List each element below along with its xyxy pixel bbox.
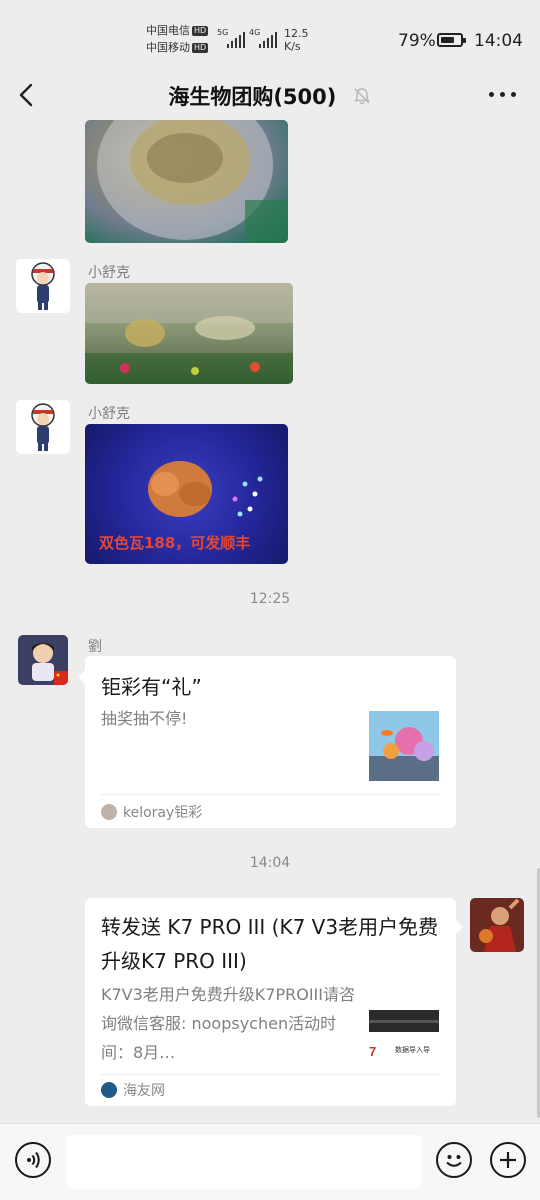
chat-title: 海生物团购(500) bbox=[0, 81, 540, 111]
sender-name: 劉 bbox=[88, 639, 102, 655]
sender-name: 小舒克 bbox=[88, 265, 130, 281]
bell-off-icon bbox=[352, 86, 372, 106]
chat-header: 海生物团购(500) bbox=[0, 70, 540, 120]
image-overlay-text: 双色瓦188，可发顺丰 bbox=[99, 534, 251, 552]
group-name: 海生物团购(500) bbox=[168, 85, 337, 109]
card-source: keloray钜彩 bbox=[101, 802, 202, 822]
card-thumbnail: 7 数据导入导 bbox=[369, 990, 439, 1060]
network-speed: 12.5 K/s bbox=[284, 27, 309, 53]
message-input[interactable] bbox=[66, 1135, 422, 1189]
plus-icon[interactable] bbox=[490, 1142, 526, 1178]
link-card[interactable]: 钜彩有“礼” 抽奖抽不停! keloray钜彩 bbox=[85, 656, 456, 828]
more-dots-icon[interactable] bbox=[489, 92, 516, 97]
avatar[interactable] bbox=[18, 635, 68, 685]
signal-5g-icon: 5G bbox=[217, 28, 247, 50]
card-description: 抽奖抽不停! bbox=[101, 709, 188, 728]
input-bar bbox=[0, 1123, 540, 1200]
timestamp: 12:25 bbox=[249, 591, 291, 607]
chat-messages[interactable]: 小舒克 小舒克 双色瓦188，可发顺丰 12:25 劉 钜彩有“礼” 抽奖抽不停… bbox=[0, 120, 540, 1123]
hd-badge: HD bbox=[192, 43, 209, 53]
message-image[interactable] bbox=[85, 120, 288, 243]
avatar[interactable] bbox=[16, 259, 70, 313]
message-image[interactable]: 双色瓦188，可发顺丰 bbox=[85, 424, 288, 564]
status-bar: 中国电信 HD 中国移动 HD 5G 4G 12.5 K/s 79% 14:04 bbox=[0, 0, 540, 70]
timestamp: 14:04 bbox=[249, 855, 291, 871]
card-title: 钜彩有“礼” bbox=[101, 675, 202, 699]
avatar[interactable] bbox=[16, 400, 70, 454]
link-card[interactable]: 转发送 K7 PRO III (K7 V3老用户免费升级K7 PRO III) … bbox=[85, 898, 456, 1106]
avatar[interactable] bbox=[470, 898, 524, 952]
emoji-icon[interactable] bbox=[436, 1142, 472, 1178]
message-image[interactable] bbox=[85, 283, 293, 384]
sender-name: 小舒克 bbox=[88, 406, 130, 422]
battery-percent: 79% bbox=[398, 31, 436, 51]
carrier-info: 中国电信 HD 中国移动 HD bbox=[146, 22, 209, 56]
card-source: 海友网 bbox=[101, 1080, 165, 1100]
card-description: K7V3老用户免费升级K7PROIII请咨询微信客服: noopsychen活动… bbox=[101, 985, 355, 1062]
svg-text:7: 7 bbox=[369, 1044, 376, 1059]
carrier-2: 中国移动 bbox=[146, 41, 190, 54]
voice-icon[interactable] bbox=[15, 1142, 51, 1178]
source-logo-icon bbox=[101, 804, 117, 820]
card-thumbnail bbox=[369, 711, 439, 781]
battery-icon bbox=[437, 33, 466, 47]
status-time: 14:04 bbox=[474, 31, 523, 51]
carrier-1: 中国电信 bbox=[146, 24, 190, 37]
source-logo-icon bbox=[101, 1082, 117, 1098]
signal-4g-icon: 4G bbox=[249, 28, 279, 50]
card-title: 转发送 K7 PRO III (K7 V3老用户免费升级K7 PRO III) bbox=[101, 915, 439, 973]
hd-badge: HD bbox=[192, 26, 209, 36]
